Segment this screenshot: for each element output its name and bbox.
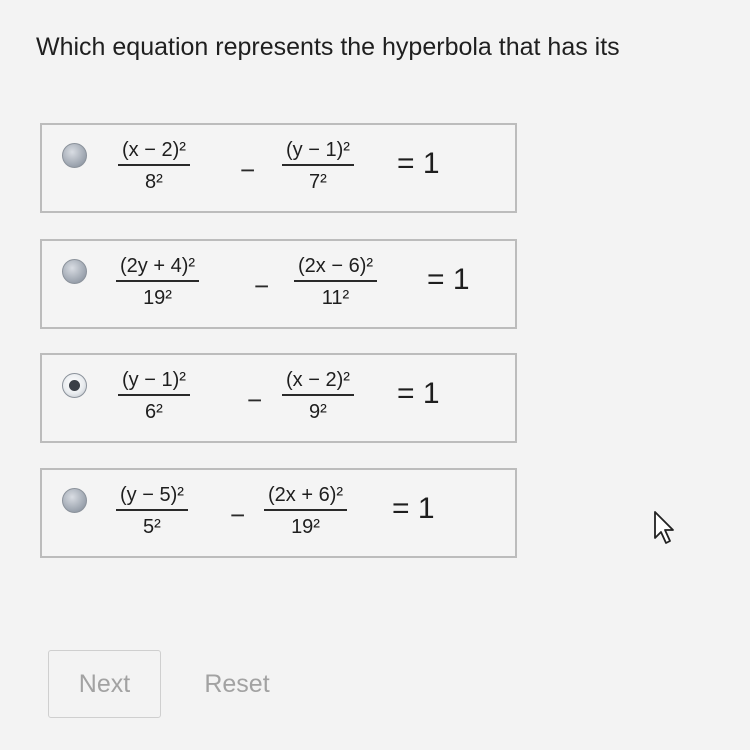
fraction-term-2: (2x − 6)² 11² <box>294 255 378 310</box>
equals-one: = 1 <box>427 263 470 296</box>
fraction-numerator: (2x + 6)² <box>264 484 348 511</box>
fraction-numerator: (y − 5)² <box>116 484 188 511</box>
fraction-denominator: 19² <box>143 287 172 309</box>
radio-button-icon[interactable] <box>62 373 87 398</box>
equals-one: = 1 <box>397 147 440 180</box>
fraction-numerator: (2y + 4)² <box>116 255 200 282</box>
fraction-term-2: (2x + 6)² 19² <box>264 484 348 539</box>
radio-button-icon[interactable] <box>62 143 87 168</box>
question-text: Which equation represents the hyperbola … <box>36 33 620 61</box>
fraction-denominator: 19² <box>291 516 320 538</box>
fraction-numerator: (2x − 6)² <box>294 255 378 282</box>
next-button[interactable]: Next <box>48 650 161 718</box>
minus-sign: − <box>254 271 270 301</box>
fraction-term-2: (x − 2)² 9² <box>282 369 354 424</box>
minus-sign: − <box>247 385 263 415</box>
fraction-denominator: 8² <box>145 171 163 193</box>
fraction-numerator: (x − 2)² <box>118 139 190 166</box>
reset-button[interactable]: Reset <box>182 650 292 718</box>
equals-one: = 1 <box>392 492 435 525</box>
answer-option-1[interactable]: (x − 2)² 8² − (y − 1)² 7² = 1 <box>40 123 517 213</box>
fraction-term-1: (x − 2)² 8² <box>118 139 190 194</box>
minus-sign: − <box>230 500 246 530</box>
minus-sign: − <box>240 155 256 185</box>
fraction-denominator: 6² <box>145 401 163 423</box>
fraction-denominator: 5² <box>143 516 161 538</box>
answer-option-2[interactable]: (2y + 4)² 19² − (2x − 6)² 11² = 1 <box>40 239 517 329</box>
fraction-term-2: (y − 1)² 7² <box>282 139 354 194</box>
fraction-numerator: (y − 1)² <box>118 369 190 396</box>
radio-button-icon[interactable] <box>62 259 87 284</box>
fraction-numerator: (y − 1)² <box>282 139 354 166</box>
fraction-term-1: (y − 1)² 6² <box>118 369 190 424</box>
mouse-pointer-icon <box>654 511 674 544</box>
radio-button-icon[interactable] <box>62 488 87 513</box>
fraction-denominator: 11² <box>321 287 350 309</box>
fraction-denominator: 9² <box>309 401 327 423</box>
fraction-denominator: 7² <box>309 171 327 193</box>
fraction-term-1: (2y + 4)² 19² <box>116 255 200 310</box>
equals-one: = 1 <box>397 377 440 410</box>
answer-option-3[interactable]: (y − 1)² 6² − (x − 2)² 9² = 1 <box>40 353 517 443</box>
fraction-numerator: (x − 2)² <box>282 369 354 396</box>
answer-option-4[interactable]: (y − 5)² 5² − (2x + 6)² 19² = 1 <box>40 468 517 558</box>
fraction-term-1: (y − 5)² 5² <box>116 484 188 539</box>
